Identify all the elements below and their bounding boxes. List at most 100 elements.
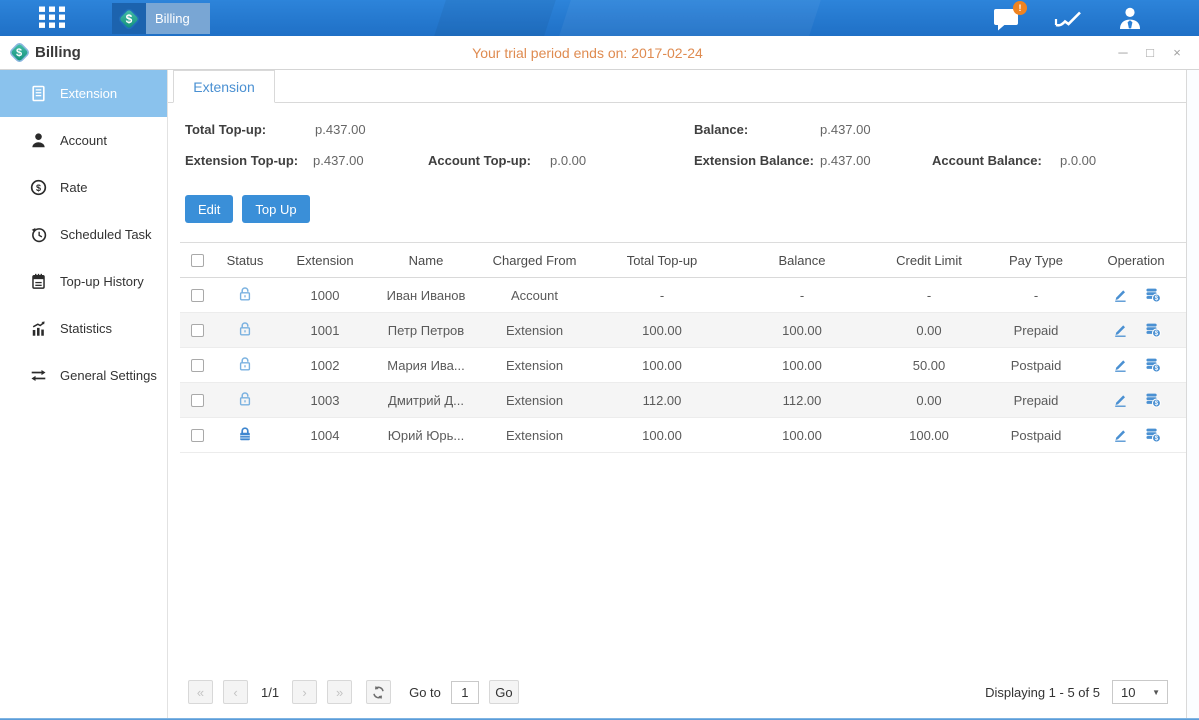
extension-icon [30,85,47,102]
col-header-balance[interactable]: Balance [732,253,872,268]
cell-operation: $ [1086,427,1186,443]
billing-diamond-icon: $ [118,8,140,30]
cell-extension: 1003 [275,393,375,408]
toolbar: Edit Top Up [168,195,1186,223]
goto-label: Go to [409,685,441,700]
cell-extension: 1000 [275,288,375,303]
edit-button[interactable] [1112,322,1129,338]
page-size-select[interactable]: 10 ▼ [1112,680,1168,704]
maximize-button[interactable]: □ [1143,44,1157,62]
sidebar-item-statistics[interactable]: Statistics [0,305,167,352]
topbar-texture [559,0,821,36]
top-up-button[interactable]: Top Up [242,195,309,223]
row-checkbox[interactable] [191,359,204,372]
cell-total-topup: - [592,288,732,303]
top-up-button[interactable]: $ [1144,322,1161,338]
table-body: 1000Иван ИвановAccount----$1001Петр Петр… [180,278,1186,453]
sidebar-item-extension[interactable]: Extension [0,70,167,117]
row-checkbox[interactable] [191,429,204,442]
sidebar-item-account[interactable]: Account [0,117,167,164]
cell-status [215,321,275,340]
table-row-1002[interactable]: 1002Мария Ива...Extension100.00100.0050.… [180,348,1186,383]
next-page-button[interactable]: › [292,680,317,704]
status-unlocked-icon [237,321,253,337]
first-page-button[interactable]: « [188,680,213,704]
table-row-1003[interactable]: 1003Дмитрий Д...Extension112.00112.000.0… [180,383,1186,418]
sidebar-item-general-settings[interactable]: General Settings [0,352,167,399]
notification-badge: ! [1013,1,1027,15]
refresh-icon [371,685,386,700]
messages-icon[interactable]: ! [992,4,1020,32]
top-up-button[interactable]: $ [1144,392,1161,408]
edit-button[interactable] [1112,287,1129,303]
top-up-button[interactable]: $ [1144,427,1161,443]
apps-menu-button[interactable] [36,6,70,31]
window-right-gutter [1187,70,1199,719]
col-header-status[interactable]: Status [215,253,275,268]
minimize-button[interactable]: ─ [1116,44,1130,62]
topup-history-icon [30,273,47,290]
pagination-controls: « ‹ 1/1 › » Go to Go [188,680,519,704]
total-topup-label: Total Top-up: [185,122,266,137]
col-header-name[interactable]: Name [375,253,477,268]
col-header-pay-type[interactable]: Pay Type [986,253,1086,268]
monitor-chart-icon[interactable] [1054,4,1082,32]
select-all-cell [180,254,215,267]
table-row-1000[interactable]: 1000Иван ИвановAccount----$ [180,278,1186,313]
table-row-1004[interactable]: 1004Юрий Юрь...Extension100.00100.00100.… [180,418,1186,453]
close-button[interactable]: × [1170,44,1184,62]
app-grid-icon [38,6,69,32]
billing-summary: Total Top-up: p.437.00 Balance: p.437.00… [168,103,1186,195]
col-header-credit-limit[interactable]: Credit Limit [872,253,986,268]
goto-page-input[interactable] [451,681,479,704]
pagination-bar: « ‹ 1/1 › » Go to Go Displaying 1 - 5 of… [168,673,1186,719]
edit-button[interactable] [1112,357,1129,373]
edit-button[interactable]: Edit [185,195,233,223]
edit-button[interactable] [1112,392,1129,408]
sidebar-item-rate[interactable]: $Rate [0,164,167,211]
cell-pay-type: Prepaid [986,393,1086,408]
total-topup-value: p.437.00 [315,122,366,137]
trial-notice: Your trial period ends on: 2017-02-24 [472,45,703,61]
row-checkbox[interactable] [191,394,204,407]
cell-charged-from: Extension [477,323,592,338]
account-topup-label: Account Top-up: [428,153,531,168]
cell-balance: 100.00 [732,358,872,373]
prev-page-button[interactable]: ‹ [223,680,248,704]
app-tab-icon-box: $ [112,3,146,34]
row-checkbox[interactable] [191,289,204,302]
app-tab-billing[interactable]: $ Billing [112,3,210,34]
sidebar-item-label: Extension [60,86,117,101]
user-icon[interactable] [1116,4,1144,32]
cell-pay-type: - [986,288,1086,303]
cell-credit-limit: 100.00 [872,428,986,443]
last-page-button[interactable]: » [327,680,352,704]
top-up-button[interactable]: $ [1144,357,1161,373]
col-header-extension[interactable]: Extension [275,253,375,268]
balance-label: Balance: [694,122,748,137]
cell-total-topup: 100.00 [592,323,732,338]
tab-extension[interactable]: Extension [173,70,275,103]
cell-credit-limit: 0.00 [872,323,986,338]
app-body: Extension Account $RateScheduled TaskTop-u… [0,70,1199,719]
edit-button[interactable] [1112,427,1129,443]
table-row-1001[interactable]: 1001Петр ПетровExtension100.00100.000.00… [180,313,1186,348]
row-checkbox-cell [180,359,215,372]
row-checkbox[interactable] [191,324,204,337]
col-header-charged-from[interactable]: Charged From [477,253,592,268]
sidebar-item-label: Account [60,133,107,148]
top-up-button[interactable]: $ [1144,287,1161,303]
col-header-operation[interactable]: Operation [1086,253,1186,268]
cell-balance: 100.00 [732,323,872,338]
cell-balance: 112.00 [732,393,872,408]
cell-name: Дмитрий Д... [375,393,477,408]
sidebar-item-scheduled-task[interactable]: Scheduled Task [0,211,167,258]
cell-total-topup: 100.00 [592,428,732,443]
select-all-checkbox[interactable] [191,254,204,267]
sidebar-item-top-up-history[interactable]: Top-up History [0,258,167,305]
refresh-button[interactable] [366,680,391,704]
cell-name: Мария Ива... [375,358,477,373]
col-header-total-top-up[interactable]: Total Top-up [592,253,732,268]
go-button[interactable]: Go [489,680,519,704]
cell-balance: 100.00 [732,428,872,443]
